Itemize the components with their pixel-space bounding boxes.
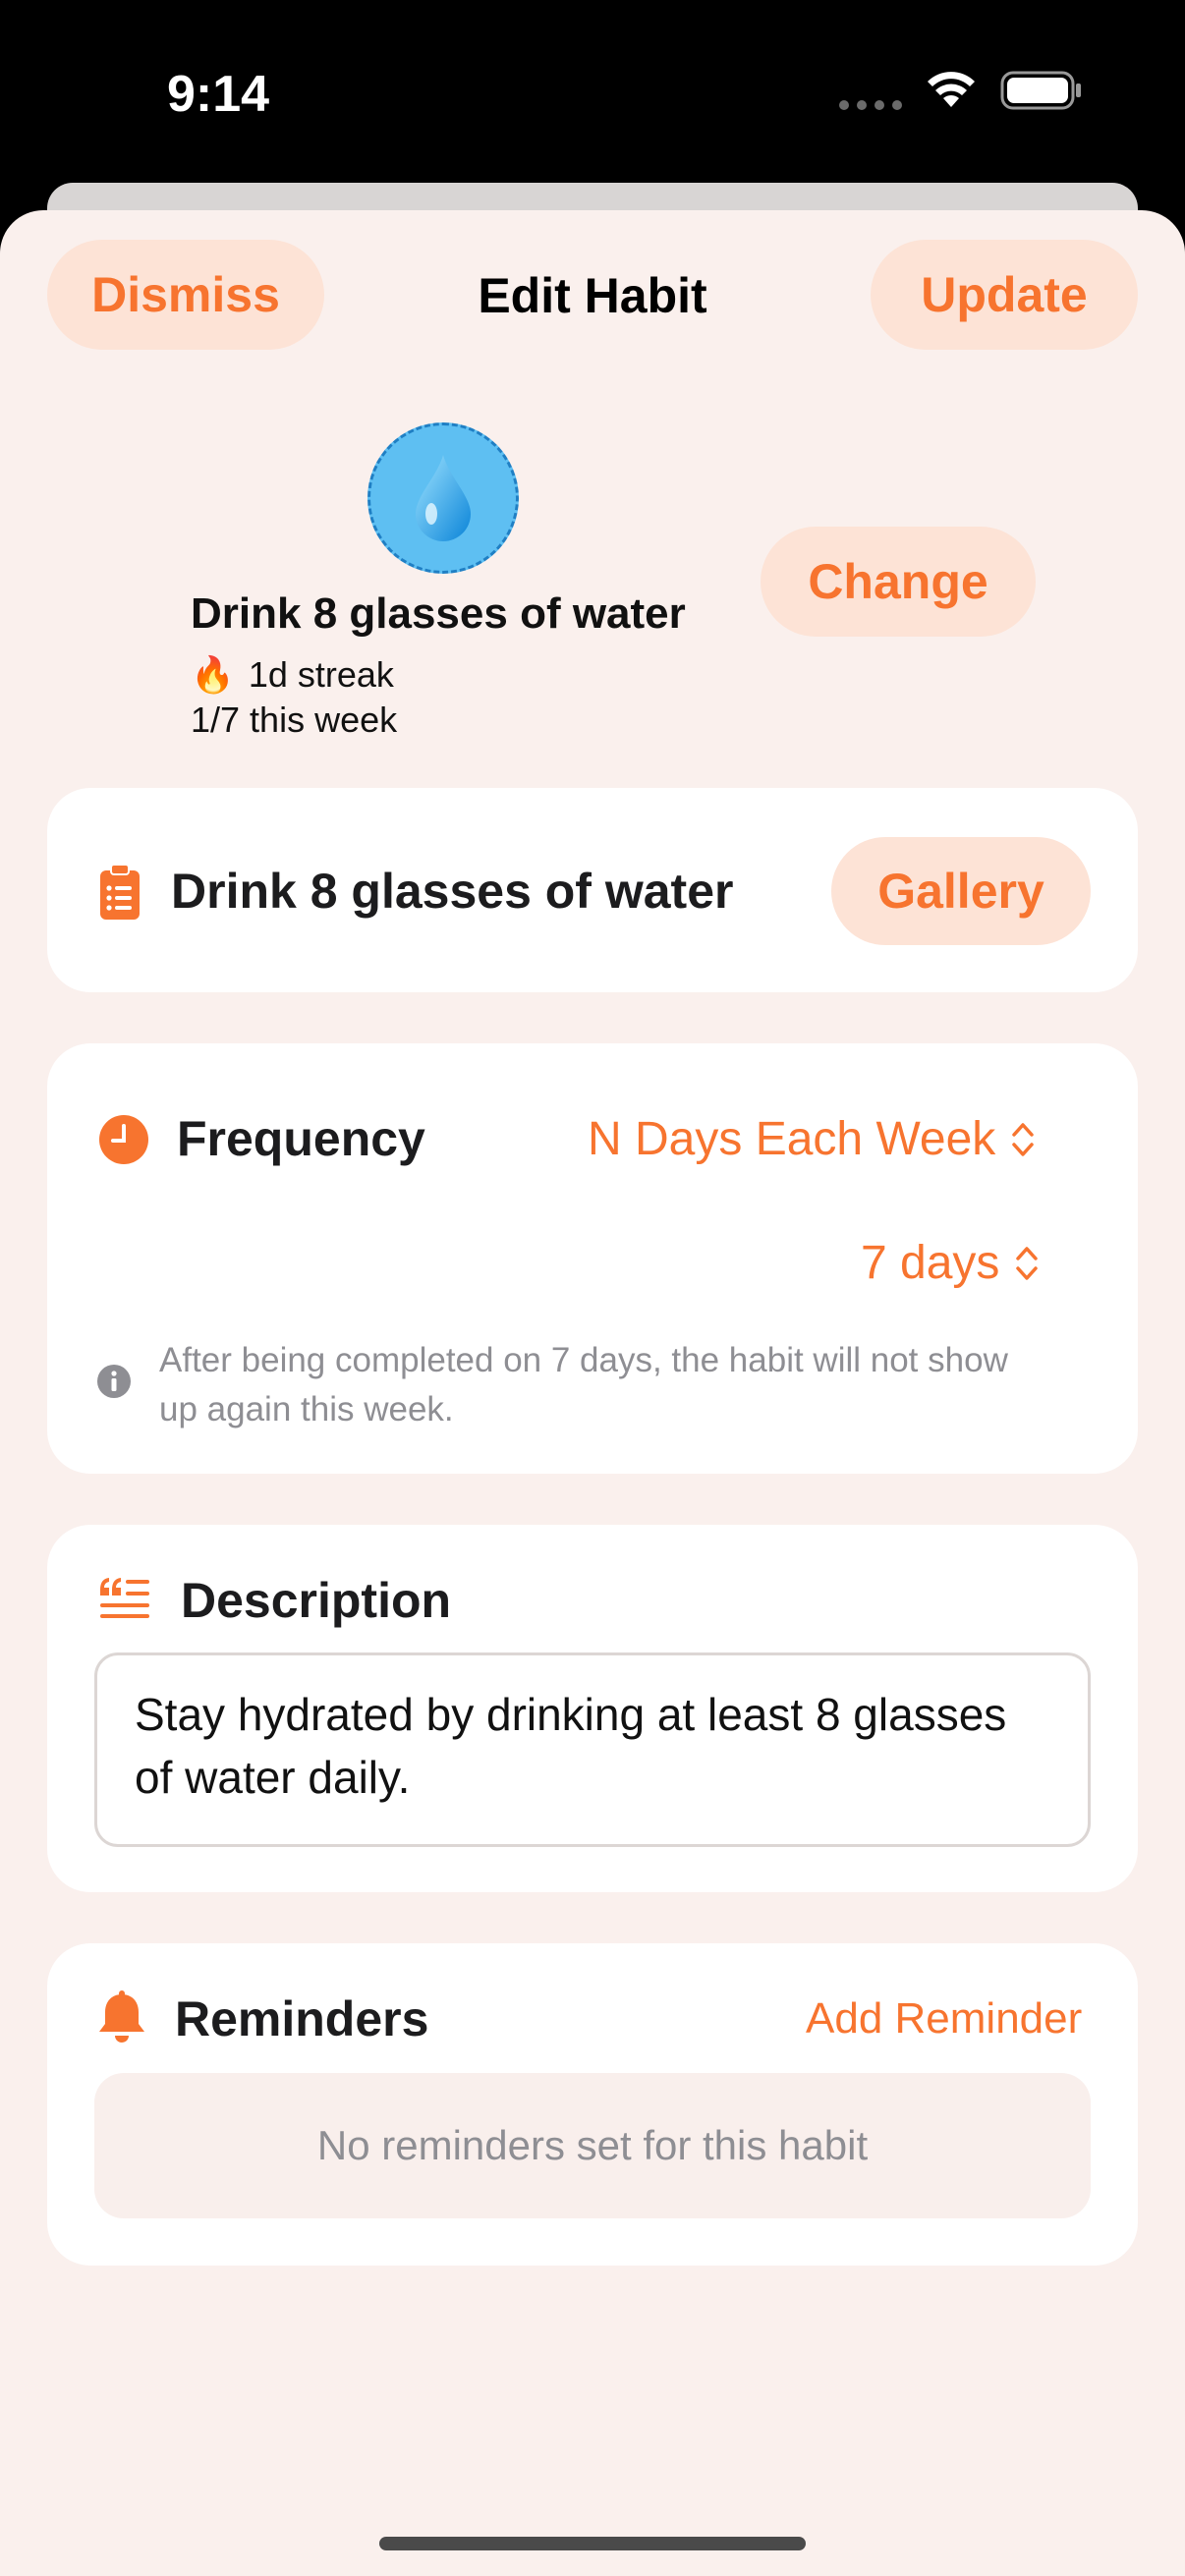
quote-list-icon [100, 1578, 149, 1618]
bell-icon [99, 1990, 144, 2043]
description-field[interactable]: Stay hydrated by drinking at least 8 gla… [94, 1652, 1091, 1847]
frequency-title: Frequency [177, 1111, 425, 1166]
fire-icon: 🔥 [191, 654, 235, 695]
update-button[interactable]: Update [871, 240, 1138, 350]
habit-name-field[interactable]: Drink 8 glasses of water [171, 863, 733, 920]
habit-streak: 🔥 1d streak [191, 654, 394, 696]
clipboard-icon [100, 865, 140, 920]
info-icon [97, 1365, 131, 1398]
status-bar: 9:14 [0, 0, 1185, 187]
week-progress: 1/7 this week [191, 700, 398, 740]
frequency-days-value: 7 days [861, 1237, 1000, 1289]
reminders-title: Reminders [175, 1991, 429, 2046]
chevron-up-down-icon [1016, 1246, 1039, 1280]
chevron-up-down-icon [1012, 1122, 1035, 1156]
frequency-mode-picker[interactable]: N Days Each Week [588, 1112, 1035, 1166]
status-time: 9:14 [167, 66, 270, 123]
add-reminder-button[interactable]: Add Reminder [806, 1994, 1082, 2044]
gallery-button[interactable]: Gallery [831, 837, 1091, 945]
description-text: Stay hydrated by drinking at least 8 gla… [121, 1679, 1070, 1824]
status-icons [839, 71, 1083, 110]
droplet-icon [416, 455, 471, 541]
habit-icon-button[interactable] [367, 422, 519, 574]
frequency-mode-value: N Days Each Week [588, 1113, 996, 1165]
change-icon-button[interactable]: Change [761, 527, 1036, 637]
home-indicator[interactable] [379, 2537, 806, 2550]
frequency-info-text: After being completed on 7 days, the hab… [159, 1341, 1008, 1428]
signal-dots-icon [839, 100, 902, 110]
description-title: Description [181, 1573, 452, 1628]
battery-icon [1000, 71, 1081, 110]
reminders-empty-state: No reminders set for this habit [94, 2073, 1091, 2218]
streak-label: 1d streak [248, 654, 394, 695]
frequency-days-picker[interactable]: 7 days [861, 1236, 1039, 1290]
habit-name: Drink 8 glasses of water [191, 589, 686, 638]
clock-icon [99, 1115, 148, 1164]
wifi-icon [928, 72, 975, 107]
